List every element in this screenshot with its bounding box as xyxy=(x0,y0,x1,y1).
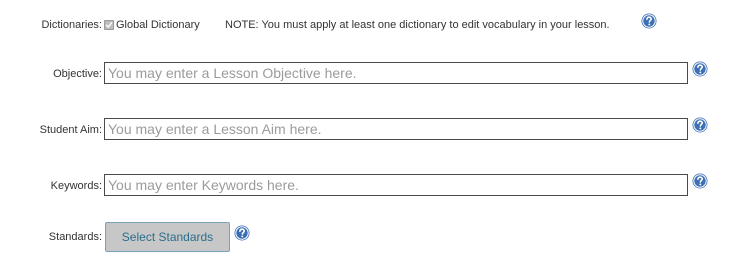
student-aim-input[interactable] xyxy=(104,118,688,140)
question-circle-icon[interactable] xyxy=(641,13,657,29)
student-aim-row: Student Aim: xyxy=(0,111,748,151)
standards-label: Standards: xyxy=(48,231,102,243)
objective-label: Objective: xyxy=(53,68,102,80)
question-circle-icon[interactable] xyxy=(692,61,708,77)
keywords-row: Keywords: xyxy=(0,167,748,207)
global-dictionary-checkbox[interactable] xyxy=(104,20,114,30)
select-standards-button[interactable]: Select Standards xyxy=(105,222,230,252)
keywords-input[interactable] xyxy=(104,174,688,196)
global-dictionary-label[interactable]: Global Dictionary xyxy=(116,19,200,31)
objective-row: Objective: xyxy=(0,55,748,95)
keywords-label: Keywords: xyxy=(50,180,102,192)
dictionaries-row: Dictionaries: Global Dictionary NOTE: Yo… xyxy=(0,0,748,40)
dictionary-note: NOTE: You must apply at least one dictio… xyxy=(225,19,610,31)
checkmark-icon xyxy=(105,22,113,28)
question-circle-icon[interactable] xyxy=(234,225,250,241)
question-circle-icon[interactable] xyxy=(692,117,708,133)
question-circle-icon[interactable] xyxy=(692,173,708,189)
student-aim-label: Student Aim: xyxy=(39,124,102,136)
dictionaries-label: Dictionaries: xyxy=(41,19,102,31)
objective-input[interactable] xyxy=(104,62,688,84)
